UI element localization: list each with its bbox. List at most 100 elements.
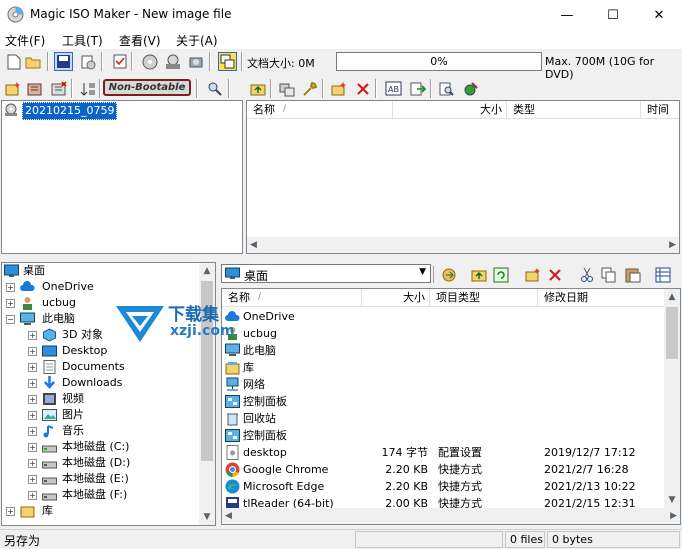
add-files-button[interactable] bbox=[25, 79, 44, 98]
iso-add-button[interactable] bbox=[277, 79, 296, 98]
collapse-icon[interactable]: − bbox=[6, 315, 15, 324]
tree-item-label: 此电脑 bbox=[42, 312, 75, 325]
find-button[interactable] bbox=[205, 79, 224, 98]
menu-view[interactable]: 查看(V) bbox=[119, 32, 161, 49]
burn-button[interactable] bbox=[78, 52, 97, 71]
close-button[interactable]: ✕ bbox=[636, 0, 682, 30]
expand-icon[interactable]: + bbox=[28, 475, 37, 484]
iso-delete-button[interactable] bbox=[353, 79, 372, 98]
toggle-view-button[interactable] bbox=[218, 52, 237, 71]
expand-icon[interactable]: + bbox=[28, 379, 37, 388]
iso-rename-button[interactable]: AB bbox=[384, 79, 403, 98]
expand-icon[interactable]: + bbox=[28, 411, 37, 420]
list-item[interactable]: desktop 174 字节 配置设置 2019/12/7 17:12 bbox=[222, 444, 662, 461]
col-time[interactable]: 时间 bbox=[641, 101, 679, 119]
iso-bootable-button[interactable] bbox=[461, 79, 480, 98]
menu-tools[interactable]: 工具(T) bbox=[62, 32, 103, 49]
expand-icon[interactable]: + bbox=[28, 491, 37, 500]
add-files-icon bbox=[27, 83, 41, 95]
iso-edit-button[interactable] bbox=[300, 79, 319, 98]
menu-bar: 文件(F) 工具(T) 查看(V) 关于(A) bbox=[0, 30, 682, 49]
open-button[interactable] bbox=[24, 52, 43, 71]
list-item[interactable]: 库 bbox=[222, 359, 662, 376]
menu-file[interactable]: 文件(F) bbox=[5, 32, 45, 49]
iso-extract-button[interactable] bbox=[408, 79, 427, 98]
sort-arrow-icon: / bbox=[283, 104, 287, 114]
remove-files-button[interactable] bbox=[49, 79, 68, 98]
rename-ab-icon: AB bbox=[385, 81, 402, 96]
list-item[interactable]: 控制面板 bbox=[222, 393, 662, 410]
expand-icon[interactable]: + bbox=[6, 507, 15, 516]
refresh-button[interactable] bbox=[491, 265, 510, 284]
new-button[interactable] bbox=[4, 52, 23, 71]
toolbar-separator bbox=[433, 266, 434, 283]
list-item[interactable]: 此电脑 bbox=[222, 342, 662, 359]
file-modified: 2021/2/7 16:28 bbox=[544, 463, 629, 476]
file-name: 控制面板 bbox=[243, 429, 287, 442]
list-hscrollbar[interactable]: ◀ ▶ bbox=[222, 508, 680, 524]
tree-item-label: 本地磁盘 (C:) bbox=[62, 440, 130, 453]
iso-up-button[interactable] bbox=[248, 79, 267, 98]
save-button[interactable] bbox=[54, 52, 73, 71]
explorer-delete-button[interactable] bbox=[545, 265, 564, 284]
col-type[interactable]: 项目类型 bbox=[430, 289, 538, 307]
col-modified[interactable]: 修改日期 bbox=[538, 289, 664, 307]
explorer-up-button[interactable] bbox=[469, 265, 488, 284]
col-size[interactable]: 大小 bbox=[393, 101, 507, 119]
expand-icon[interactable]: + bbox=[28, 331, 37, 340]
go-button[interactable] bbox=[439, 265, 458, 284]
list-scroll-thumb[interactable] bbox=[666, 307, 678, 359]
expand-icon[interactable]: + bbox=[28, 427, 37, 436]
col-time-label: 时间 bbox=[647, 103, 669, 116]
minimize-button[interactable]: — bbox=[544, 0, 590, 30]
menu-about[interactable]: 关于(A) bbox=[176, 32, 218, 49]
sort-button[interactable] bbox=[78, 79, 97, 98]
col-size[interactable]: 大小 bbox=[362, 289, 430, 307]
expand-icon[interactable]: + bbox=[28, 363, 37, 372]
iso-new-folder-button[interactable] bbox=[329, 79, 348, 98]
explorer-new-folder-button[interactable] bbox=[523, 265, 542, 284]
status-bar: 另存为 0 files 0 bytes bbox=[0, 529, 682, 548]
file-name: desktop bbox=[243, 446, 287, 459]
iso-tree-panel: 20210215_0759 bbox=[1, 100, 243, 254]
expand-icon[interactable]: + bbox=[28, 347, 37, 356]
user-icon bbox=[23, 297, 32, 310]
disc-options-button[interactable] bbox=[140, 52, 159, 71]
properties-button[interactable] bbox=[110, 52, 129, 71]
list-item[interactable]: OneDrive bbox=[222, 308, 662, 325]
list-item[interactable]: 控制面板 bbox=[222, 427, 662, 444]
cut-button[interactable] bbox=[577, 265, 596, 284]
expand-icon[interactable]: + bbox=[28, 459, 37, 468]
extract-button[interactable] bbox=[186, 52, 205, 71]
non-bootable-button[interactable]: Non-Bootable bbox=[103, 79, 191, 96]
expand-icon[interactable]: + bbox=[6, 299, 15, 308]
scroll-right-icon: ▶ bbox=[670, 511, 677, 521]
iso-find-button[interactable] bbox=[437, 79, 456, 98]
list-item[interactable]: Google Chrome 2.20 KB 快捷方式 2021/2/7 16:2… bbox=[222, 461, 662, 478]
tree-item-label: 图片 bbox=[62, 408, 84, 421]
col-modified-label: 修改日期 bbox=[544, 291, 588, 304]
address-combobox[interactable]: 桌面 ▼ bbox=[221, 264, 431, 283]
list-item[interactable]: Microsoft Edge 2.20 KB 快捷方式 2021/2/13 10… bbox=[222, 478, 662, 495]
list-item[interactable]: 回收站 bbox=[222, 410, 662, 427]
view-mode-button[interactable] bbox=[653, 265, 672, 284]
expand-icon[interactable]: + bbox=[28, 395, 37, 404]
virtual-drive-button[interactable] bbox=[163, 52, 182, 71]
copy-button[interactable] bbox=[599, 265, 618, 284]
tree-item-label: Downloads bbox=[62, 376, 123, 389]
dropdown-arrow-icon[interactable]: ▼ bbox=[419, 267, 426, 277]
expand-icon[interactable]: + bbox=[6, 283, 15, 292]
list-item[interactable]: ucbug bbox=[222, 325, 662, 342]
file-name: 回收站 bbox=[243, 412, 276, 425]
drive-icon bbox=[42, 477, 57, 485]
expand-icon[interactable]: + bbox=[28, 443, 37, 452]
maximize-button[interactable]: ☐ bbox=[590, 0, 636, 30]
watermark-logo-icon bbox=[116, 306, 164, 342]
new-folder-button[interactable] bbox=[3, 79, 22, 98]
col-type[interactable]: 类型 bbox=[507, 101, 641, 119]
iso-list-hscrollbar[interactable]: ◀ ▶ bbox=[247, 237, 679, 253]
col-name[interactable]: 名称 / bbox=[247, 101, 393, 119]
file-type: 快捷方式 bbox=[438, 463, 482, 476]
paste-button[interactable] bbox=[623, 265, 642, 284]
list-item[interactable]: 网络 bbox=[222, 376, 662, 393]
